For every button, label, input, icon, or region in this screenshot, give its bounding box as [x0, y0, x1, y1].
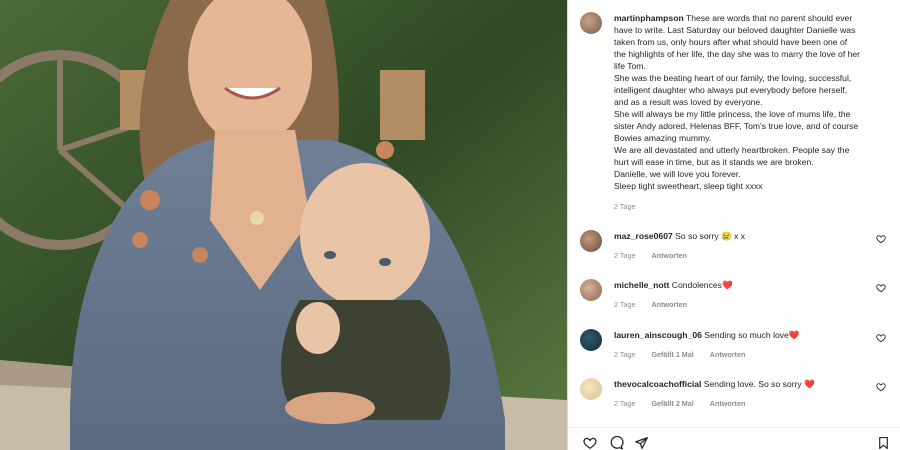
commenter-avatar[interactable] [580, 279, 602, 301]
caption-line: hurt will ease in time, but as it stands… [614, 157, 814, 167]
caption-line: Sleep tight sweetheart, sleep tight xxxx [614, 181, 763, 191]
likes-count[interactable]: Gefällt 1 Mal [651, 350, 693, 359]
caption-line: life Tom. [614, 61, 646, 71]
reply-button[interactable]: Antworten [651, 300, 687, 309]
caption-line: sister Andy adored, Helenas BFF, Tom's t… [614, 121, 859, 131]
comment-text: thevocalcoachofficial Sending love. So s… [614, 378, 894, 390]
commenter-avatar[interactable] [580, 329, 602, 351]
comment-like-icon[interactable] [876, 333, 886, 343]
comment-like-icon[interactable] [876, 234, 886, 244]
caption-line: taken from us, only hours after what sho… [614, 37, 848, 47]
comment-item: maz_rose0607 So so sorry 😢 x x 2 Tage An… [580, 230, 894, 260]
author-username[interactable]: martinphampson [614, 13, 684, 23]
caption-line: have to write. Last Saturday our beloved… [614, 25, 856, 35]
caption-text: martinphampson These are words that no p… [614, 12, 894, 192]
photo-image [0, 0, 567, 450]
commenter-username[interactable]: maz_rose0607 [614, 231, 673, 241]
instagram-post: martinphampson These are words that no p… [0, 0, 900, 450]
reply-button[interactable]: Antworten [710, 399, 746, 408]
comment-meta: 2 Tage Gefällt 1 Mal Antworten [614, 350, 894, 359]
comment-text: maz_rose0607 So so sorry 😢 x x [614, 230, 894, 242]
comment-meta: 2 Tage Antworten [614, 251, 894, 260]
caption-line: Danielle, we will love you forever. [614, 169, 741, 179]
likes-count[interactable]: Gefällt 2 Mal [651, 399, 693, 408]
comment-text: michelle_nott Condolences❤️ [614, 279, 894, 291]
comment-time[interactable]: 2 Tage [614, 251, 635, 260]
caption-line: and as a result was loved by everyone. [614, 97, 763, 107]
comment-body: So so sorry 😢 x x [675, 231, 746, 241]
caption-line: She was the beating heart of our family,… [614, 73, 852, 83]
post-time[interactable]: 2 Tage [614, 202, 894, 211]
caption-line: the highlights of her life, the day she … [614, 49, 861, 59]
post-caption: martinphampson These are words that no p… [580, 12, 894, 211]
comment-like-icon[interactable] [876, 283, 886, 293]
comment-body: Condolences❤️ [671, 280, 733, 290]
bookmark-icon[interactable] [877, 436, 890, 450]
caption-line: She will always be my little princess, t… [614, 109, 851, 119]
comments-scroll-area[interactable]: martinphampson These are words that no p… [568, 0, 900, 428]
comments-panel: martinphampson These are words that no p… [567, 0, 900, 450]
caption-line: We are all devastated and utterly heartb… [614, 145, 850, 155]
comment-meta: 2 Tage Gefällt 2 Mal Antworten [614, 399, 894, 408]
caption-line: Bowies amazing mummy. [614, 133, 712, 143]
comment-icon[interactable] [609, 436, 624, 450]
share-icon[interactable] [634, 436, 649, 450]
post-photo[interactable] [0, 0, 567, 450]
commenter-username[interactable]: thevocalcoachofficial [614, 379, 701, 389]
comment-like-icon[interactable] [876, 382, 886, 392]
reply-button[interactable]: Antworten [651, 251, 687, 260]
comment-item: michelle_nott Condolences❤️ 2 Tage Antwo… [580, 279, 894, 309]
comment-body: Sending so much love❤️ [704, 330, 800, 340]
caption-line: intelligent daughter who always put ever… [614, 85, 848, 95]
commenter-avatar[interactable] [580, 230, 602, 252]
comment-item: lauren_ainscough_06 Sending so much love… [580, 329, 894, 359]
author-avatar[interactable] [580, 12, 602, 34]
comment-meta: 2 Tage Antworten [614, 300, 894, 309]
like-heart-icon[interactable] [582, 436, 598, 450]
caption-line: These are words that no parent should ev… [685, 13, 853, 23]
commenter-username[interactable]: lauren_ainscough_06 [614, 330, 702, 340]
comment-body: Sending love. So so sorry ❤️ [703, 379, 815, 389]
comment-time[interactable]: 2 Tage [614, 350, 635, 359]
commenter-avatar[interactable] [580, 378, 602, 400]
comment-time[interactable]: 2 Tage [614, 399, 635, 408]
comment-time[interactable]: 2 Tage [614, 300, 635, 309]
comment-text: lauren_ainscough_06 Sending so much love… [614, 329, 894, 341]
commenter-username[interactable]: michelle_nott [614, 280, 669, 290]
reply-button[interactable]: Antworten [710, 350, 746, 359]
comment-item: thevocalcoachofficial Sending love. So s… [580, 378, 894, 408]
action-bar [568, 427, 900, 450]
